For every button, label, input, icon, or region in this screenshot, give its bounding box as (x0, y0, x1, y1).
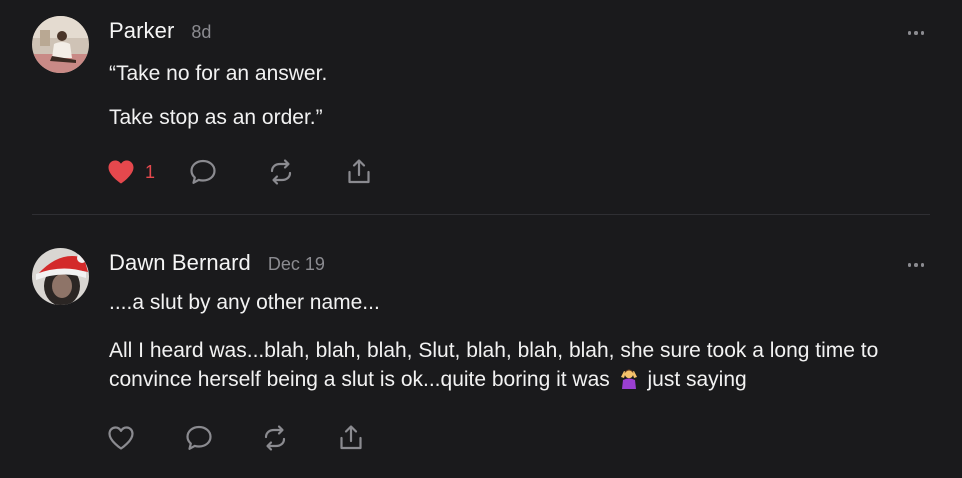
comment-button[interactable] (189, 158, 267, 186)
comment-icon (186, 425, 212, 450)
comment-item: Parker 8d “Take no for an answer. Take s… (0, 0, 962, 214)
woman-shrugging-emoji (620, 369, 637, 389)
comment-icon (190, 159, 216, 184)
share-icon (340, 425, 362, 450)
repost-button[interactable] (261, 424, 337, 452)
avatar-photo (32, 16, 89, 73)
comment-item: Dawn Bernard Dec 19 ....a slut by any ot… (0, 230, 962, 478)
like-count: 1 (145, 161, 156, 182)
heart-filled-icon (108, 160, 134, 184)
comment-button[interactable] (185, 424, 261, 452)
author-name[interactable]: Parker (109, 18, 174, 44)
comment-paragraph: ....a slut by any other name... (109, 291, 380, 314)
author-name[interactable]: Dawn Bernard (109, 250, 251, 276)
comment-body-line: Take stop as an order.” (109, 103, 942, 132)
comment-paragraph: “Take no for an answer. (109, 62, 328, 85)
like-button[interactable] (107, 425, 185, 451)
comment-paragraph: Take stop as an order.” (109, 106, 323, 129)
avatar[interactable] (32, 16, 89, 73)
comment-body-line: ....a slut by any other name... (109, 288, 942, 317)
comment-body-line: “Take no for an answer. (109, 59, 942, 88)
share-button[interactable] (337, 424, 377, 452)
divider (32, 214, 930, 215)
more-icon[interactable] (907, 263, 924, 267)
action-bar (107, 424, 377, 452)
avatar-photo (32, 248, 89, 305)
comment-paragraph: All I heard was...blah, blah, blah, Slut… (109, 336, 932, 394)
timestamp[interactable]: Dec 19 (268, 254, 325, 275)
comment-feed: Parker 8d “Take no for an answer. Take s… (0, 0, 962, 478)
timestamp[interactable]: 8d (191, 22, 211, 43)
repost-button[interactable] (267, 158, 345, 186)
comment-body-line: All I heard was...blah, blah, blah, Slut… (109, 336, 932, 394)
share-button[interactable] (345, 158, 385, 186)
more-icon[interactable] (907, 31, 924, 35)
author-row: Parker 8d (109, 18, 211, 44)
avatar[interactable] (32, 248, 89, 305)
comment-text: just saying (647, 368, 747, 391)
repost-icon (270, 159, 292, 185)
like-button[interactable]: 1 (107, 159, 189, 185)
author-row: Dawn Bernard Dec 19 (109, 250, 325, 276)
action-bar: 1 (107, 158, 385, 186)
heart-outline-icon (108, 426, 134, 450)
share-icon (348, 159, 370, 184)
comment-text: All I heard was...blah, blah, blah, Slut… (109, 339, 879, 391)
repost-icon (264, 425, 286, 451)
